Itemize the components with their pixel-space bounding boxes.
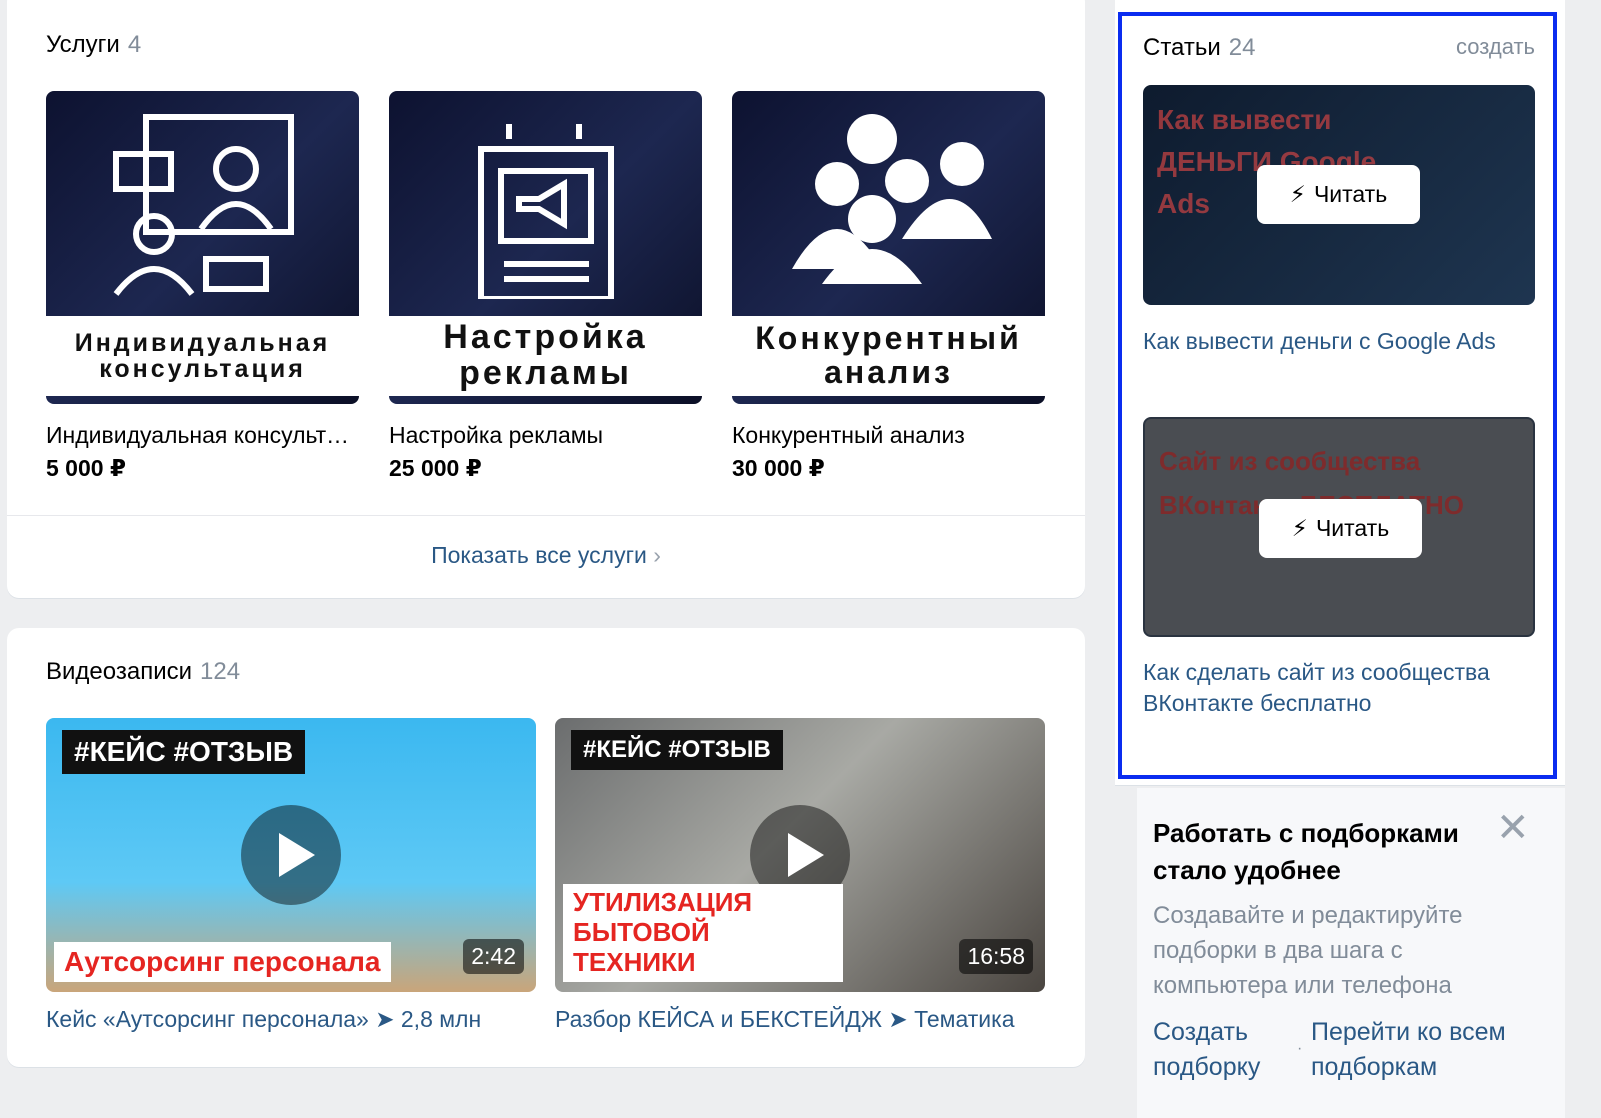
lightning-icon: ⚡ xyxy=(1291,515,1308,541)
video-tag: #КЕЙС #ОТЗЫВ xyxy=(62,730,306,774)
chevron-right-icon: › xyxy=(653,542,661,568)
service-banner: Индивидуальная консультация xyxy=(46,316,359,396)
videos-title: Видеозаписи xyxy=(46,658,193,685)
services-count: 4 xyxy=(127,31,142,58)
video-overlay-text: Аутсорсинг персонала xyxy=(54,941,391,982)
service-name[interactable]: Настройка рекламы xyxy=(389,422,702,449)
service-price: 5 000 ₽ xyxy=(46,455,126,481)
article-cover[interactable]: Как вывести ДЕНЬГИ Google Ads ⚡ Читать xyxy=(1143,85,1535,305)
video-tag: #КЕЙС #ОТЗЫВ xyxy=(571,730,783,770)
play-icon[interactable] xyxy=(241,805,341,905)
promo-text: Создавайте и редактируйте подборки в два… xyxy=(1153,902,1463,999)
articles-count: 24 xyxy=(1228,34,1256,61)
show-all-label: Показать все услуги xyxy=(431,542,647,568)
service-image: Конкурентный анализ xyxy=(732,91,1045,404)
service-price: 25 000 ₽ xyxy=(389,455,482,481)
service-name[interactable]: Индивидуальная консультация xyxy=(46,422,359,449)
video-thumbnail[interactable]: #КЕЙС #ОТЗЫВ УТИЛИЗАЦИЯ БЫТОВОЙ ТЕХНИКИ … xyxy=(555,718,1045,992)
service-card[interactable]: Конкурентный анализ Конкурентный анализ … xyxy=(732,91,1045,482)
service-banner: Настройка рекламы xyxy=(389,316,702,396)
service-card[interactable]: Настройка рекламы Настройка рекламы 25 0… xyxy=(389,91,702,482)
divider xyxy=(7,515,1085,516)
article-title-link[interactable]: Как сделать сайт из сообщества ВКонтакте… xyxy=(1143,657,1535,719)
video-title-link[interactable]: Кейс «Аутсорсинг персонала» ➤ 2,8 млн xyxy=(46,1006,536,1033)
service-banner: Конкурентный анализ xyxy=(732,316,1045,396)
group-icon xyxy=(792,114,992,284)
service-image: Настройка рекламы xyxy=(389,91,702,404)
video-title-link[interactable]: Разбор КЕЙСА и БЕКСТЕЙДЖ ➤ Тематика xyxy=(555,1006,1045,1033)
promo-title: Работать с подборками стало удобнее xyxy=(1153,818,1459,885)
articles-header: Статьи 24 xyxy=(1143,34,1255,62)
service-image: Индивидуальная консультация xyxy=(46,91,359,404)
videos-header: Видеозаписи 124 xyxy=(46,658,240,686)
services-header: Услуги 4 xyxy=(46,31,141,59)
articles-title: Статьи xyxy=(1143,34,1221,61)
lightning-icon: ⚡ xyxy=(1289,181,1306,207)
videos-count: 124 xyxy=(200,658,241,685)
read-button[interactable]: ⚡ Читать xyxy=(1257,165,1420,224)
billboard-megaphone-icon xyxy=(478,124,614,299)
video-duration: 2:42 xyxy=(463,939,524,974)
service-price: 30 000 ₽ xyxy=(732,455,825,481)
service-name[interactable]: Конкурентный анализ xyxy=(732,422,1045,449)
article-title-link[interactable]: Как вывести деньги с Google Ads xyxy=(1143,326,1535,357)
read-label: Читать xyxy=(1313,181,1388,207)
video-overlay-text: УТИЛИЗАЦИЯ БЫТОВОЙ ТЕХНИКИ xyxy=(563,884,843,982)
consultation-icon xyxy=(113,114,294,296)
article-cover[interactable]: Сайт из сообщества ВКонтакте БЕСПЛАТНО ⚡… xyxy=(1143,417,1535,637)
video-duration: 16:58 xyxy=(959,939,1033,974)
show-all-services-link[interactable]: Показать все услуги › xyxy=(7,542,1085,569)
video-thumbnail[interactable]: #КЕЙС #ОТЗЫВ Аутсорсинг персонала 2:42 xyxy=(46,718,536,992)
services-title: Услуги xyxy=(46,31,120,58)
read-button[interactable]: ⚡ Читать xyxy=(1259,499,1422,558)
all-collections-link[interactable]: Перейти ко всем подборкам xyxy=(1311,1015,1541,1085)
create-collection-link[interactable]: Создать подборку xyxy=(1153,1015,1283,1085)
create-article-link[interactable]: создать xyxy=(1456,34,1535,60)
read-label: Читать xyxy=(1315,515,1390,541)
service-card[interactable]: Индивидуальная консультация Индивидуальн… xyxy=(46,91,359,482)
close-icon[interactable]: ✕ xyxy=(1496,808,1530,848)
separator-dot: · xyxy=(1297,1040,1303,1057)
